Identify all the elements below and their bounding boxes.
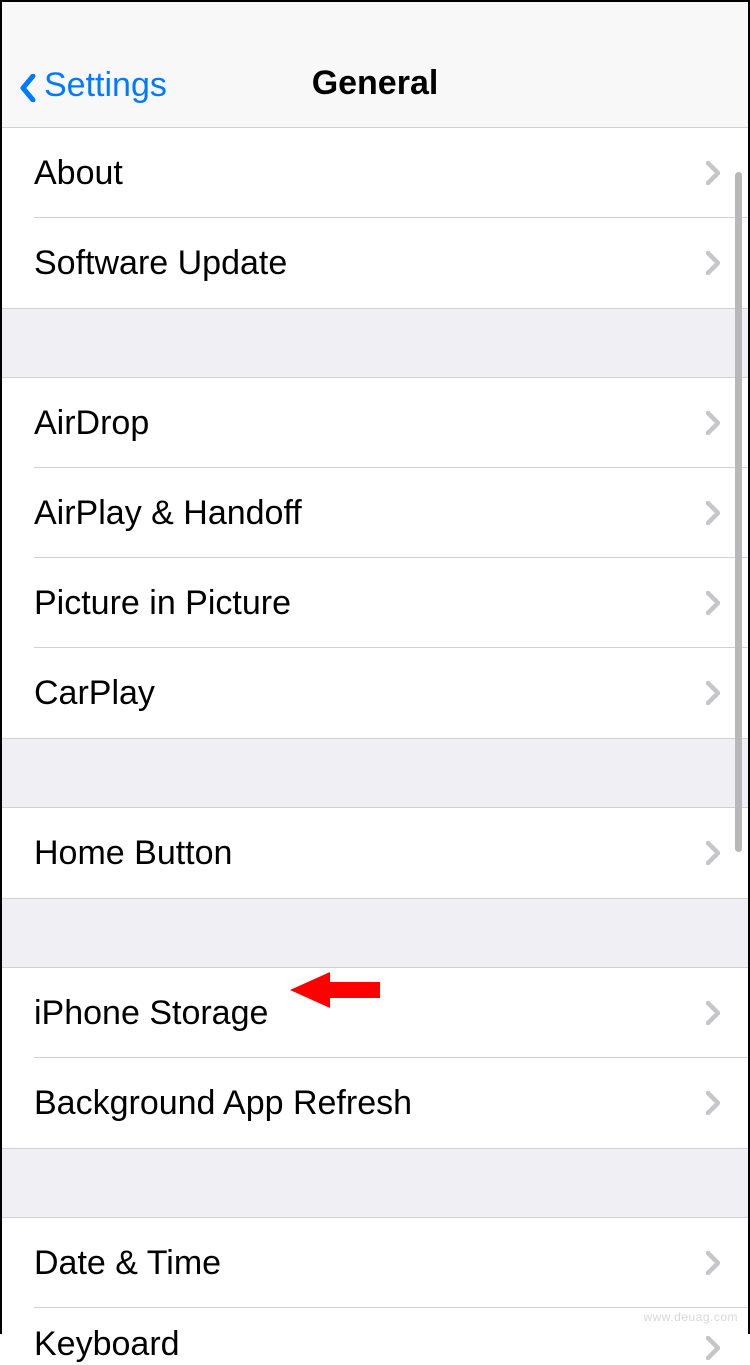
chevron-right-icon: [706, 1091, 720, 1115]
row-airplay-handoff[interactable]: AirPlay & Handoff: [2, 468, 748, 558]
chevron-right-icon: [706, 681, 720, 705]
chevron-right-icon: [706, 1336, 720, 1360]
row-airdrop[interactable]: AirDrop: [2, 378, 748, 468]
row-software-update[interactable]: Software Update: [2, 218, 748, 308]
row-label: Home Button: [34, 834, 232, 873]
chevron-left-icon: [20, 72, 36, 100]
row-label: Background App Refresh: [34, 1084, 412, 1123]
row-carplay[interactable]: CarPlay: [2, 648, 748, 738]
settings-list: About Software Update AirDrop AirPlay & …: [2, 128, 748, 1364]
chevron-right-icon: [706, 1001, 720, 1025]
group-gap: [2, 1148, 748, 1218]
scrollbar[interactable]: [735, 172, 742, 852]
chevron-right-icon: [706, 161, 720, 185]
watermark: www.deuag.com: [643, 1310, 738, 1324]
row-label: Picture in Picture: [34, 584, 291, 623]
group-gap: [2, 738, 748, 808]
row-label: Software Update: [34, 244, 287, 283]
row-label: Date & Time: [34, 1244, 221, 1283]
row-label: AirDrop: [34, 404, 149, 443]
row-iphone-storage[interactable]: iPhone Storage: [2, 968, 748, 1058]
row-keyboard[interactable]: Keyboard: [2, 1308, 748, 1364]
row-home-button[interactable]: Home Button: [2, 808, 748, 898]
group-gap: [2, 898, 748, 968]
row-pip[interactable]: Picture in Picture: [2, 558, 748, 648]
row-label: iPhone Storage: [34, 994, 268, 1033]
row-label: Keyboard: [34, 1325, 180, 1364]
nav-header: Settings General: [2, 2, 748, 128]
row-about[interactable]: About: [2, 128, 748, 218]
chevron-right-icon: [706, 501, 720, 525]
chevron-right-icon: [706, 841, 720, 865]
group-gap: [2, 308, 748, 378]
back-label: Settings: [44, 66, 167, 105]
row-label: CarPlay: [34, 674, 155, 713]
chevron-right-icon: [706, 1251, 720, 1275]
chevron-right-icon: [706, 591, 720, 615]
row-date-time[interactable]: Date & Time: [2, 1218, 748, 1308]
chevron-right-icon: [706, 411, 720, 435]
row-label: About: [34, 154, 123, 193]
back-button[interactable]: Settings: [20, 66, 167, 105]
chevron-right-icon: [706, 251, 720, 275]
row-label: AirPlay & Handoff: [34, 494, 302, 533]
row-background-refresh[interactable]: Background App Refresh: [2, 1058, 748, 1148]
